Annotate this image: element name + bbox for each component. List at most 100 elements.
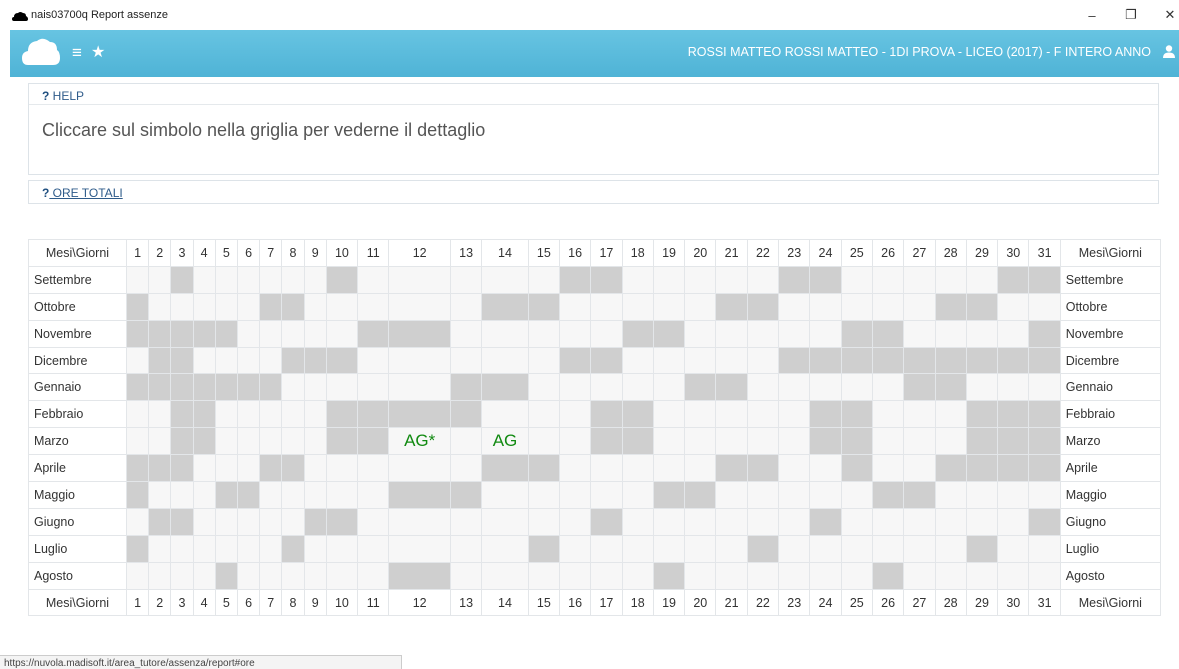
header-day-16: 16 — [558, 239, 592, 267]
day-cell — [965, 427, 999, 456]
day-cell — [965, 400, 999, 429]
day-cell — [997, 534, 1030, 563]
header-day-7: 7 — [259, 239, 283, 267]
day-cell — [281, 265, 305, 294]
help-label: HELP — [49, 89, 85, 103]
day-cell — [236, 265, 261, 294]
day-cell — [840, 534, 873, 563]
day-cell — [192, 319, 216, 348]
day-cell — [325, 507, 359, 536]
day-cell — [652, 534, 686, 563]
user-icon[interactable] — [1163, 45, 1175, 58]
footer-day-11: 11 — [357, 588, 390, 617]
day-cell — [192, 561, 216, 590]
day-cell — [388, 400, 451, 429]
day-cell — [652, 400, 686, 429]
day-cell — [809, 292, 842, 321]
close-button[interactable]: ✕ — [1158, 6, 1179, 24]
month-label-right: Febbraio — [1059, 400, 1162, 429]
day-cell — [1028, 346, 1061, 375]
day-cell — [236, 507, 261, 536]
day-cell — [903, 481, 936, 509]
day-cell — [125, 427, 150, 456]
logo-cloud-icon[interactable] — [22, 37, 60, 67]
header-day-14: 14 — [481, 239, 529, 267]
footer-day-3: 3 — [170, 588, 194, 617]
header-day-15: 15 — [527, 239, 560, 267]
minimize-button[interactable]: – — [1080, 6, 1104, 24]
day-cell — [871, 561, 905, 590]
grid-header-row: Mesi\Giorni 1 2 3 4 5 6 7 8 9 10 11 12 13 14 15 16 17 18 19… — [28, 239, 1162, 267]
day-cell — [303, 373, 327, 402]
menu-icon[interactable]: ≡ — [72, 43, 82, 63]
day-cell — [170, 265, 194, 294]
day-cell — [259, 292, 283, 321]
month-label: Giugno — [28, 507, 127, 536]
day-cell — [590, 373, 623, 402]
day-cell — [778, 319, 811, 348]
day-cell — [527, 481, 560, 509]
day-cell — [965, 507, 999, 536]
day-cell — [125, 400, 150, 429]
day-cell — [481, 561, 529, 590]
day-cell — [652, 346, 686, 375]
day-cell — [325, 346, 359, 375]
day-cell — [746, 292, 780, 321]
day-cell — [192, 400, 216, 429]
day-cell — [357, 319, 390, 348]
absence-symbol[interactable]: AG — [493, 431, 518, 450]
day-cell — [481, 534, 529, 563]
absence-symbol[interactable]: AG* — [404, 431, 435, 450]
day-cell — [281, 373, 305, 402]
day-cell — [903, 319, 936, 348]
day-cell — [965, 292, 999, 321]
day-cell — [652, 373, 686, 402]
day-cell — [148, 346, 172, 375]
day-cell — [590, 454, 623, 483]
footer-day-1: 1 — [125, 588, 150, 617]
user-info[interactable]: ROSSI MATTEO ROSSI MATTEO - 1DI PROVA - … — [688, 45, 1151, 59]
header-day-31: 31 — [1028, 239, 1061, 267]
day-cell — [558, 454, 592, 483]
ore-totali-link[interactable]: ? ORE TOTALI — [29, 181, 1158, 203]
month-label-right: Ottobre — [1059, 292, 1162, 321]
day-cell — [325, 373, 359, 402]
day-cell — [778, 427, 811, 456]
day-cell — [934, 454, 967, 483]
day-cell — [621, 427, 654, 456]
star-icon[interactable]: ★ — [91, 42, 105, 62]
day-cell — [236, 319, 261, 348]
day-cell — [715, 427, 748, 456]
day-cell[interactable]: AG* — [388, 427, 451, 456]
day-cell — [621, 454, 654, 483]
day-cell — [214, 319, 238, 348]
footer-day-19: 19 — [652, 588, 686, 617]
header-corner-label: Mesi\Giorni — [28, 239, 127, 267]
day-cell — [997, 481, 1030, 509]
day-cell — [715, 454, 748, 483]
month-row-ottobre: Ottobre Ottobre — [28, 292, 1162, 321]
day-cell — [527, 534, 560, 563]
day-cell[interactable]: AG — [481, 427, 529, 456]
day-cell — [481, 454, 529, 483]
month-row-settembre: Settembre Settembre — [28, 265, 1162, 294]
day-cell — [148, 534, 172, 563]
day-cell — [388, 454, 451, 483]
header-day-17: 17 — [590, 239, 623, 267]
day-cell — [1028, 481, 1061, 509]
day-cell — [1028, 265, 1061, 294]
day-cell — [621, 292, 654, 321]
day-cell — [903, 265, 936, 294]
day-cell — [715, 265, 748, 294]
help-header[interactable]: ? HELP — [29, 84, 1158, 105]
restore-button[interactable]: ❐ — [1119, 6, 1143, 24]
day-cell — [170, 454, 194, 483]
day-cell — [192, 265, 216, 294]
day-cell — [281, 292, 305, 321]
day-cell — [965, 373, 999, 402]
header-day-25: 25 — [840, 239, 873, 267]
day-cell — [259, 561, 283, 590]
day-cell — [192, 292, 216, 321]
day-cell — [934, 534, 967, 563]
day-cell — [214, 507, 238, 536]
